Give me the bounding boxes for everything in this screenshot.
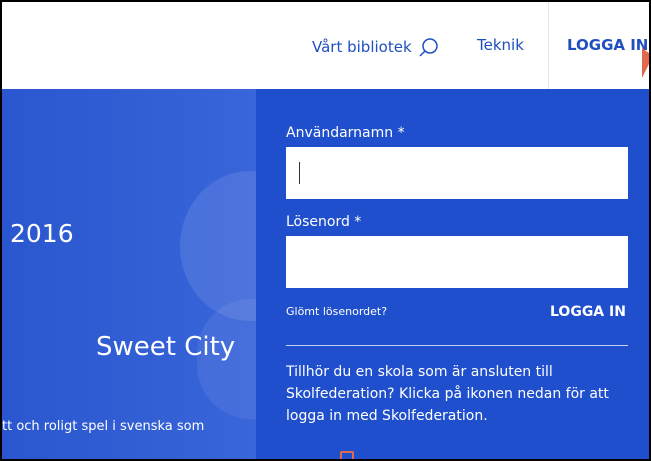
nav-login-button[interactable]: LOGGA IN — [567, 36, 648, 54]
hero-description: tt och roligt spel i svenska som — [2, 419, 205, 434]
login-dropdown-panel: Användarnamn * Lösenord * Glömt lösenord… — [256, 89, 649, 459]
divider — [286, 345, 628, 346]
login-submit-button[interactable]: LOGGA IN — [550, 304, 626, 320]
nav-library-label: Vårt bibliotek — [312, 38, 412, 56]
top-header: Vårt bibliotek Teknik LOGGA IN — [2, 2, 649, 89]
skolfederation-icon[interactable] — [340, 451, 354, 459]
page: Vårt bibliotek Teknik LOGGA IN 2016 Swee… — [0, 0, 651, 461]
password-input[interactable] — [286, 236, 628, 288]
hero-year: 2016 — [10, 219, 74, 248]
text-caret — [299, 162, 300, 184]
nav-teknik-link[interactable]: Teknik — [477, 36, 524, 54]
forgot-password-link[interactable]: Glömt lösenordet? — [286, 305, 387, 318]
password-label: Lösenord * — [286, 214, 362, 230]
hero-title: Sweet City — [96, 332, 236, 362]
nav-library-link[interactable]: Vårt bibliotek — [312, 36, 440, 58]
pointer-arrow-icon — [642, 48, 649, 78]
skolfederation-info: Tillhör du en skola som är ansluten till… — [286, 364, 609, 424]
username-input[interactable] — [286, 147, 628, 199]
username-label: Användarnamn * — [286, 125, 405, 141]
search-icon — [419, 38, 438, 57]
